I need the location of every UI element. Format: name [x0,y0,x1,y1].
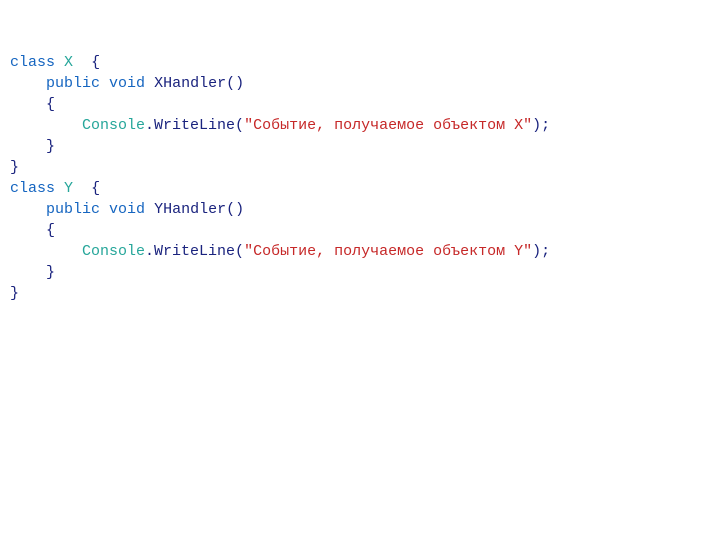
console-class: Console [82,117,145,134]
string-open: " [244,117,253,134]
string-close: " [523,117,532,134]
brace: { [91,180,100,197]
paren-semi: ); [532,243,550,260]
method-yhandler: YHandler() [154,201,244,218]
writeline-call: .WriteLine( [145,243,244,260]
method-xhandler: XHandler() [154,75,244,92]
string-y: Событие, получаемое объектом Y [253,243,523,260]
brace: } [10,285,19,302]
keyword-class: class [10,54,55,71]
class-name-y: Y [64,180,73,197]
brace: { [46,96,55,113]
string-x: Событие, получаемое объектом X [253,117,523,134]
brace: { [91,54,100,71]
brace: { [46,222,55,239]
paren-semi: ); [532,117,550,134]
writeline-call: .WriteLine( [145,117,244,134]
keyword-public: public [46,201,100,218]
class-name-x: X [64,54,73,71]
code-block: class X { public void XHandler() { Conso… [10,52,710,304]
string-close: " [523,243,532,260]
keyword-void: void [109,201,145,218]
brace: } [46,264,55,281]
console-class: Console [82,243,145,260]
keyword-public: public [46,75,100,92]
keyword-void: void [109,75,145,92]
brace: } [46,138,55,155]
brace: } [10,159,19,176]
keyword-class: class [10,180,55,197]
string-open: " [244,243,253,260]
